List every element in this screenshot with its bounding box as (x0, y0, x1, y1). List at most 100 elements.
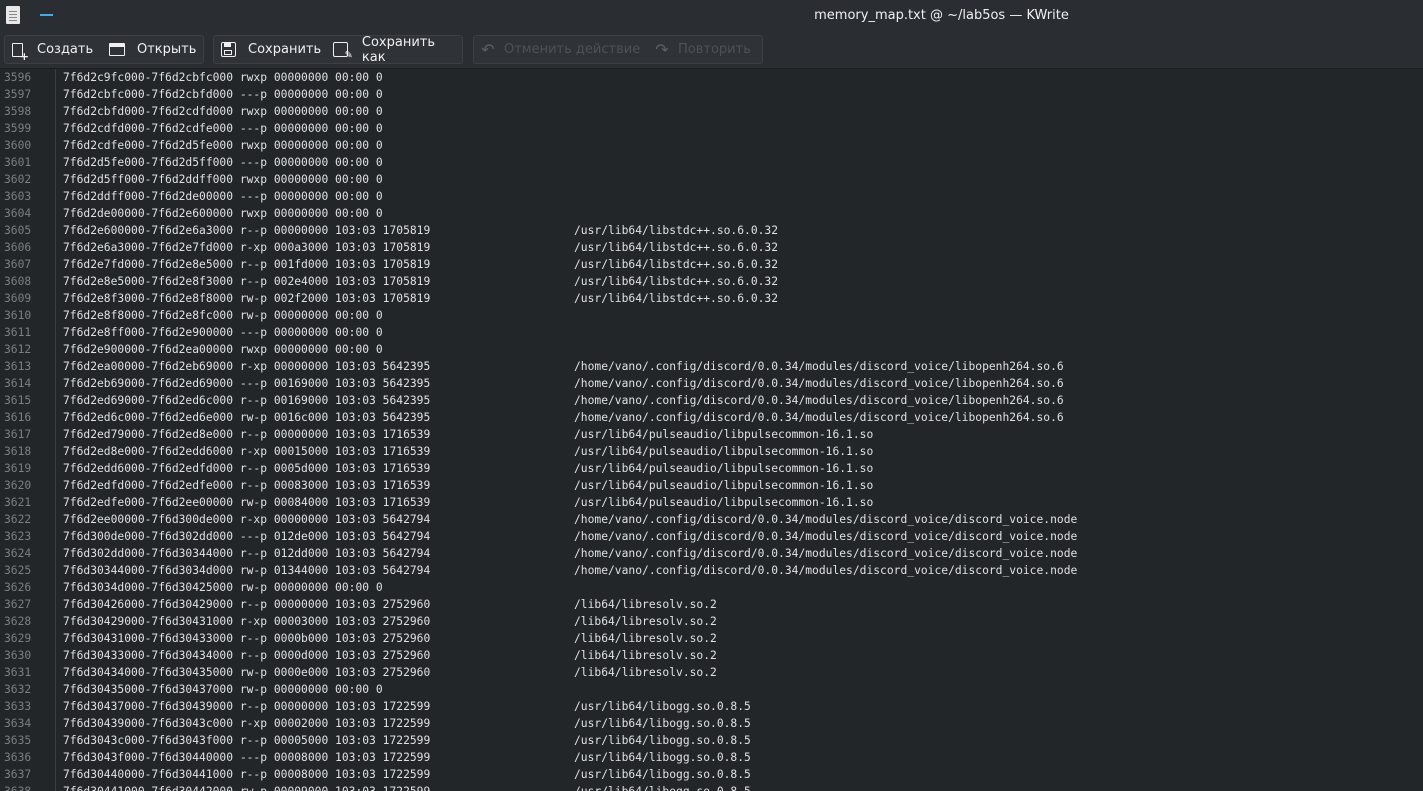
line-pathname[interactable]: /home/vano/.config/discord/0.0.34/module… (574, 375, 1064, 392)
editor-line[interactable]: 3615 7f6d2ed69000-7f6d2ed6c000 r--p 00169… (0, 392, 1423, 409)
line-text[interactable]: 7f6d2e7fd000-7f6d2e8e5000 r--p 001fd000 … (63, 256, 430, 273)
line-pathname[interactable]: /usr/lib64/libogg.so.0.8.5 (574, 783, 751, 791)
editor-line[interactable]: 3605 7f6d2e600000-7f6d2e6a3000 r--p 00000… (0, 222, 1423, 239)
editor-line[interactable]: 3627 7f6d30426000-7f6d30429000 r--p 00000… (0, 596, 1423, 613)
editor-line[interactable]: 3632 7f6d30435000-7f6d30437000 rw-p 00000… (0, 681, 1423, 698)
editor-line[interactable]: 3616 7f6d2ed6c000-7f6d2ed6e000 rw-p 0016c… (0, 409, 1423, 426)
line-text[interactable]: 7f6d30433000-7f6d30434000 r--p 0000d000 … (63, 647, 430, 664)
editor-line[interactable]: 3598 7f6d2cbfd000-7f6d2cdfd000 rwxp 00000… (0, 103, 1423, 120)
editor-line[interactable]: 3618 7f6d2ed8e000-7f6d2edd6000 r-xp 00015… (0, 443, 1423, 460)
editor-line[interactable]: 3630 7f6d30433000-7f6d30434000 r--p 0000d… (0, 647, 1423, 664)
line-pathname[interactable]: /usr/lib64/libstdc++.so.6.0.32 (574, 222, 778, 239)
line-text[interactable]: 7f6d30429000-7f6d30431000 r-xp 00003000 … (63, 613, 430, 630)
line-text[interactable]: 7f6d30435000-7f6d30437000 rw-p 00000000 … (63, 681, 383, 698)
line-text[interactable]: 7f6d2e6a3000-7f6d2e7fd000 r-xp 000a3000 … (63, 239, 430, 256)
line-pathname[interactable]: /usr/lib64/libstdc++.so.6.0.32 (574, 239, 778, 256)
line-text[interactable]: 7f6d2cbfc000-7f6d2cbfd000 ---p 00000000 … (63, 86, 383, 103)
save-button[interactable]: Сохранить (221, 36, 321, 63)
line-text[interactable]: 7f6d2e8ff000-7f6d2e900000 ---p 00000000 … (63, 324, 383, 341)
line-text[interactable]: 7f6d30437000-7f6d30439000 r--p 00000000 … (63, 698, 430, 715)
editor-line[interactable]: 3601 7f6d2d5fe000-7f6d2d5ff000 ---p 00000… (0, 154, 1423, 171)
line-pathname[interactable]: /home/vano/.config/discord/0.0.34/module… (574, 511, 1077, 528)
line-pathname[interactable]: /usr/lib64/libogg.so.0.8.5 (574, 749, 751, 766)
editor-line[interactable]: 3623 7f6d300de000-7f6d302dd000 ---p 012de… (0, 528, 1423, 545)
line-text[interactable]: 7f6d302dd000-7f6d30344000 r--p 012dd000 … (63, 545, 430, 562)
line-text[interactable]: 7f6d2e8f3000-7f6d2e8f8000 rw-p 002f2000 … (63, 290, 430, 307)
line-text[interactable]: 7f6d300de000-7f6d302dd000 ---p 012de000 … (63, 528, 430, 545)
editor-line[interactable]: 3613 7f6d2ea00000-7f6d2eb69000 r-xp 00000… (0, 358, 1423, 375)
editor-line[interactable]: 3636 7f6d3043f000-7f6d30440000 ---p 00008… (0, 749, 1423, 766)
line-text[interactable]: 7f6d30434000-7f6d30435000 rw-p 0000e000 … (63, 664, 430, 681)
line-text[interactable]: 7f6d2edfe000-7f6d2ee00000 rw-p 00084000 … (63, 494, 430, 511)
line-text[interactable]: 7f6d2cdfd000-7f6d2cdfe000 ---p 00000000 … (63, 120, 383, 137)
editor-line[interactable]: 3617 7f6d2ed79000-7f6d2ed8e000 r--p 00000… (0, 426, 1423, 443)
editor-line[interactable]: 3607 7f6d2e7fd000-7f6d2e8e5000 r--p 001fd… (0, 256, 1423, 273)
line-pathname[interactable]: /usr/lib64/pulseaudio/libpulsecommon-16.… (574, 494, 873, 511)
editor-line[interactable]: 3597 7f6d2cbfc000-7f6d2cbfd000 ---p 00000… (0, 86, 1423, 103)
new-document-button[interactable]: Создать (12, 36, 93, 63)
editor-line[interactable]: 3620 7f6d2edfd000-7f6d2edfe000 r--p 00083… (0, 477, 1423, 494)
line-text[interactable]: 7f6d2ddff000-7f6d2de00000 ---p 00000000 … (63, 188, 383, 205)
editor-line[interactable]: 3604 7f6d2de00000-7f6d2e600000 rwxp 00000… (0, 205, 1423, 222)
line-text[interactable]: 7f6d30426000-7f6d30429000 r--p 00000000 … (63, 596, 430, 613)
line-pathname[interactable]: /lib64/libresolv.so.2 (574, 664, 717, 681)
line-text[interactable]: 7f6d30441000-7f6d30442000 rw-p 00009000 … (63, 783, 430, 791)
line-text[interactable]: 7f6d2ed6c000-7f6d2ed6e000 rw-p 0016c000 … (63, 409, 430, 426)
line-text[interactable]: 7f6d2ea00000-7f6d2eb69000 r-xp 00000000 … (63, 358, 430, 375)
editor-line[interactable]: 3602 7f6d2d5ff000-7f6d2ddff000 rwxp 00000… (0, 171, 1423, 188)
line-text[interactable]: 7f6d2ee00000-7f6d300de000 r-xp 00000000 … (63, 511, 430, 528)
line-text[interactable]: 7f6d2e8e5000-7f6d2e8f3000 r--p 002e4000 … (63, 273, 430, 290)
open-button[interactable]: Открыть (109, 36, 196, 63)
line-text[interactable]: 7f6d2d5fe000-7f6d2d5ff000 ---p 00000000 … (63, 154, 383, 171)
line-pathname[interactable]: /usr/lib64/libogg.so.0.8.5 (574, 715, 751, 732)
editor-line[interactable]: 3596 7f6d2c9fc000-7f6d2cbfc000 rwxp 00000… (0, 69, 1423, 86)
redo-button[interactable]: ↷ Повторить (654, 36, 751, 63)
editor-line[interactable]: 3625 7f6d30344000-7f6d3034d000 rw-p 01344… (0, 562, 1423, 579)
editor-line[interactable]: 3599 7f6d2cdfd000-7f6d2cdfe000 ---p 00000… (0, 120, 1423, 137)
editor-line[interactable]: 3626 7f6d3034d000-7f6d30425000 rw-p 00000… (0, 579, 1423, 596)
line-text[interactable]: 7f6d30439000-7f6d3043c000 r-xp 00002000 … (63, 715, 430, 732)
editor-line[interactable]: 3606 7f6d2e6a3000-7f6d2e7fd000 r-xp 000a3… (0, 239, 1423, 256)
line-text[interactable]: 7f6d2c9fc000-7f6d2cbfc000 rwxp 00000000 … (63, 69, 383, 86)
line-text[interactable]: 7f6d2d5ff000-7f6d2ddff000 rwxp 00000000 … (63, 171, 383, 188)
editor-line[interactable]: 3634 7f6d30439000-7f6d3043c000 r-xp 00002… (0, 715, 1423, 732)
line-pathname[interactable]: /home/vano/.config/discord/0.0.34/module… (574, 528, 1077, 545)
line-text[interactable]: 7f6d3034d000-7f6d30425000 rw-p 00000000 … (63, 579, 383, 596)
editor-line[interactable]: 3631 7f6d30434000-7f6d30435000 rw-p 0000e… (0, 664, 1423, 681)
line-pathname[interactable]: /home/vano/.config/discord/0.0.34/module… (574, 392, 1064, 409)
editor-line[interactable]: 3609 7f6d2e8f3000-7f6d2e8f8000 rw-p 002f2… (0, 290, 1423, 307)
line-text[interactable]: 7f6d2edfd000-7f6d2edfe000 r--p 00083000 … (63, 477, 430, 494)
editor-line[interactable]: 3612 7f6d2e900000-7f6d2ea00000 rwxp 00000… (0, 341, 1423, 358)
line-pathname[interactable]: /lib64/libresolv.so.2 (574, 613, 717, 630)
line-pathname[interactable]: /usr/lib64/libogg.so.0.8.5 (574, 766, 751, 783)
line-text[interactable]: 7f6d2cdfe000-7f6d2d5fe000 rwxp 00000000 … (63, 137, 383, 154)
editor-line[interactable]: 3610 7f6d2e8f8000-7f6d2e8fc000 rw-p 00000… (0, 307, 1423, 324)
editor-line[interactable]: 3629 7f6d30431000-7f6d30433000 r--p 0000b… (0, 630, 1423, 647)
line-text[interactable]: 7f6d2e900000-7f6d2ea00000 rwxp 00000000 … (63, 341, 383, 358)
line-pathname[interactable]: /lib64/libresolv.so.2 (574, 630, 717, 647)
editor-line[interactable]: 3614 7f6d2eb69000-7f6d2ed69000 ---p 00169… (0, 375, 1423, 392)
line-pathname[interactable]: /lib64/libresolv.so.2 (574, 596, 717, 613)
line-text[interactable]: 7f6d30344000-7f6d3034d000 rw-p 01344000 … (63, 562, 430, 579)
undo-button[interactable]: ↶ Отменить действие (480, 36, 640, 63)
line-pathname[interactable]: /usr/lib64/pulseaudio/libpulsecommon-16.… (574, 443, 873, 460)
line-pathname[interactable]: /usr/lib64/libstdc++.so.6.0.32 (574, 290, 778, 307)
line-text[interactable]: 7f6d2cbfd000-7f6d2cdfd000 rwxp 00000000 … (63, 103, 383, 120)
editor-line[interactable]: 3633 7f6d30437000-7f6d30439000 r--p 00000… (0, 698, 1423, 715)
line-text[interactable]: 7f6d2e8f8000-7f6d2e8fc000 rw-p 00000000 … (63, 307, 383, 324)
line-text[interactable]: 7f6d3043c000-7f6d3043f000 r--p 00005000 … (63, 732, 430, 749)
line-text[interactable]: 7f6d30431000-7f6d30433000 r--p 0000b000 … (63, 630, 430, 647)
editor-line[interactable]: 3638 7f6d30441000-7f6d30442000 rw-p 00009… (0, 783, 1423, 791)
text-editor[interactable]: 3596 7f6d2c9fc000-7f6d2cbfc000 rwxp 00000… (0, 69, 1423, 791)
line-text[interactable]: 7f6d3043f000-7f6d30440000 ---p 00008000 … (63, 749, 430, 766)
line-pathname[interactable]: /usr/lib64/pulseaudio/libpulsecommon-16.… (574, 477, 873, 494)
editor-line[interactable]: 3635 7f6d3043c000-7f6d3043f000 r--p 00005… (0, 732, 1423, 749)
editor-line[interactable]: 3624 7f6d302dd000-7f6d30344000 r--p 012dd… (0, 545, 1423, 562)
line-pathname[interactable]: /usr/lib64/libstdc++.so.6.0.32 (574, 273, 778, 290)
editor-line[interactable]: 3603 7f6d2ddff000-7f6d2de00000 ---p 00000… (0, 188, 1423, 205)
line-pathname[interactable]: /home/vano/.config/discord/0.0.34/module… (574, 562, 1077, 579)
line-pathname[interactable]: /usr/lib64/libogg.so.0.8.5 (574, 698, 751, 715)
line-text[interactable]: 7f6d30440000-7f6d30441000 r--p 00008000 … (63, 766, 430, 783)
line-pathname[interactable]: /home/vano/.config/discord/0.0.34/module… (574, 358, 1064, 375)
editor-line[interactable]: 3637 7f6d30440000-7f6d30441000 r--p 00008… (0, 766, 1423, 783)
